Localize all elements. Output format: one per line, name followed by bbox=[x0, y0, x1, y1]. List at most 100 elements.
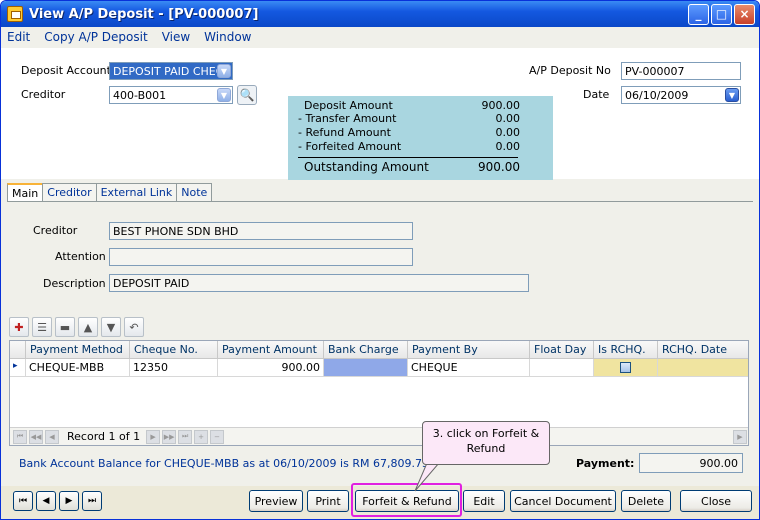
tab-strip: Main Creditor External Link Note bbox=[7, 183, 213, 203]
move-up-icon[interactable]: ▲ bbox=[78, 317, 98, 337]
delete-button[interactable]: Delete bbox=[621, 490, 671, 512]
table-row[interactable]: ▸ CHEQUE-MBB 12350 900.00 CHEQUE bbox=[10, 359, 748, 377]
prev-doc-icon[interactable]: ◀ bbox=[36, 491, 56, 511]
description-field[interactable]: DEPOSIT PAID bbox=[109, 274, 529, 292]
cell-payment-amount[interactable]: 900.00 bbox=[218, 359, 324, 376]
bank-balance-text: Bank Account Balance for CHEQUE-MBB as a… bbox=[19, 457, 429, 470]
prev-page-icon[interactable]: ◀◀ bbox=[29, 429, 43, 444]
col-payment-method[interactable]: Payment Method bbox=[26, 341, 130, 358]
first-doc-icon[interactable]: ⏮ bbox=[13, 491, 33, 511]
refund-amount-value: 0.00 bbox=[495, 126, 521, 139]
tab-external-link[interactable]: External Link bbox=[95, 183, 178, 202]
insert-row-icon[interactable]: ☰ bbox=[32, 317, 52, 337]
preview-button[interactable]: Preview bbox=[249, 490, 303, 512]
close-button[interactable]: Close bbox=[680, 490, 752, 512]
row-indicator-header bbox=[10, 341, 26, 358]
deposit-account-label: Deposit Account bbox=[21, 64, 111, 77]
attention-field[interactable] bbox=[109, 248, 413, 266]
cancel-document-button[interactable]: Cancel Document bbox=[510, 490, 616, 512]
cell-payment-by[interactable]: CHEQUE bbox=[408, 359, 530, 376]
next-doc-icon[interactable]: ▶ bbox=[59, 491, 79, 511]
window-title: View A/P Deposit - [PV-000007] bbox=[29, 6, 259, 22]
col-rchq-date[interactable]: RCHQ. Date bbox=[658, 341, 748, 358]
add-record-icon[interactable]: + bbox=[194, 429, 209, 444]
delete-row-icon[interactable]: ▬ bbox=[55, 317, 75, 337]
payment-grid: Payment Method Cheque No. Payment Amount… bbox=[9, 340, 749, 446]
minimize-button[interactable]: _ bbox=[688, 3, 709, 25]
close-window-button[interactable]: × bbox=[734, 3, 755, 25]
title-bar[interactable]: View A/P Deposit - [PV-000007] _ □ × bbox=[1, 1, 759, 27]
refund-amount-label: - Refund Amount bbox=[298, 126, 391, 139]
scroll-right-icon[interactable]: ▶ bbox=[733, 429, 747, 444]
date-label: Date bbox=[583, 88, 610, 101]
cell-payment-method[interactable]: CHEQUE-MBB bbox=[26, 359, 130, 376]
ap-deposit-no-field[interactable]: PV-000007 bbox=[621, 62, 741, 80]
cell-rchq-date[interactable] bbox=[658, 359, 748, 376]
deposit-account-dropdown-icon[interactable]: ▼ bbox=[217, 64, 231, 78]
col-payment-by[interactable]: Payment By bbox=[408, 341, 530, 358]
menu-view[interactable]: View bbox=[162, 30, 190, 44]
last-record-icon[interactable]: ⏭ bbox=[178, 429, 193, 444]
col-bank-charge[interactable]: Bank Charge bbox=[324, 341, 408, 358]
outstanding-amount-label: Outstanding Amount bbox=[304, 160, 429, 174]
maximize-button[interactable]: □ bbox=[711, 3, 732, 25]
creditor-combo[interactable]: 400-B001 bbox=[109, 86, 233, 104]
col-cheque-no[interactable]: Cheque No. bbox=[130, 341, 218, 358]
edit-button[interactable]: Edit bbox=[463, 490, 505, 512]
attention-label: Attention bbox=[55, 250, 106, 263]
transfer-amount-label: - Transfer Amount bbox=[298, 112, 397, 125]
record-counter: Record 1 of 1 bbox=[67, 430, 141, 443]
app-window: View A/P Deposit - [PV-000007] _ □ × Edi… bbox=[0, 0, 760, 520]
move-down-icon[interactable]: ▼ bbox=[101, 317, 121, 337]
lookup-magnifier-icon[interactable]: 🔍 bbox=[237, 85, 257, 105]
tab-creditor[interactable]: Creditor bbox=[42, 183, 97, 202]
summary-divider bbox=[298, 157, 518, 158]
col-is-rchq[interactable]: Is RCHQ. bbox=[594, 341, 658, 358]
cell-is-rchq[interactable] bbox=[594, 359, 658, 376]
last-doc-icon[interactable]: ⏭ bbox=[82, 491, 102, 511]
forfeited-amount-value: 0.00 bbox=[495, 140, 521, 153]
menu-bar: Edit Copy A/P Deposit View Window bbox=[1, 27, 759, 47]
forfeit-refund-highlight bbox=[351, 483, 462, 517]
col-float-day[interactable]: Float Day bbox=[530, 341, 594, 358]
print-button[interactable]: Print bbox=[307, 490, 349, 512]
description-label: Description bbox=[43, 277, 106, 290]
next-page-icon[interactable]: ▶▶ bbox=[162, 429, 177, 444]
forfeited-amount-label: - Forfeited Amount bbox=[298, 140, 402, 153]
tab-main[interactable]: Main bbox=[7, 183, 44, 203]
prev-record-icon[interactable]: ◀ bbox=[45, 429, 59, 444]
deposit-account-combo[interactable]: DEPOSIT PAID CHEQ bbox=[109, 62, 233, 80]
deposit-amount-value: 900.00 bbox=[481, 99, 521, 112]
payment-total-field: 900.00 bbox=[639, 453, 743, 473]
undo-icon[interactable]: ↶ bbox=[124, 317, 144, 337]
deposit-amount-label: Deposit Amount bbox=[304, 99, 393, 112]
menu-edit[interactable]: Edit bbox=[7, 30, 30, 44]
cell-float-day[interactable] bbox=[530, 359, 594, 376]
outstanding-amount-value: 900.00 bbox=[478, 160, 520, 174]
payment-label: Payment: bbox=[576, 457, 635, 470]
next-record-icon[interactable]: ▶ bbox=[146, 429, 161, 444]
creditor-name-field[interactable]: BEST PHONE SDN BHD bbox=[109, 222, 413, 240]
tab-note[interactable]: Note bbox=[176, 183, 213, 202]
delete-record-icon[interactable]: − bbox=[210, 429, 225, 444]
cell-bank-charge[interactable] bbox=[324, 359, 408, 376]
detail-toolbar: ✚ ☰ ▬ ▲ ▼ ↶ bbox=[9, 315, 147, 339]
first-record-icon[interactable]: ⏮ bbox=[13, 429, 27, 444]
creditor-label: Creditor bbox=[21, 88, 66, 101]
date-field[interactable]: 06/10/2009 bbox=[621, 86, 741, 104]
date-dropdown-icon[interactable]: ▼ bbox=[725, 88, 739, 102]
record-navigator: ⏮ ◀◀ ◀ Record 1 of 1 ▶ ▶▶ ⏭ + − ▶ bbox=[10, 427, 748, 445]
grid-header: Payment Method Cheque No. Payment Amount… bbox=[10, 341, 748, 359]
menu-window[interactable]: Window bbox=[204, 30, 251, 44]
row-indicator-icon: ▸ bbox=[10, 359, 26, 376]
transfer-amount-value: 0.00 bbox=[495, 112, 521, 125]
add-row-icon[interactable]: ✚ bbox=[9, 317, 29, 337]
col-payment-amount[interactable]: Payment Amount bbox=[218, 341, 324, 358]
instruction-callout: 3. click on Forfeit & Refund bbox=[422, 421, 550, 465]
ap-deposit-no-label: A/P Deposit No bbox=[529, 64, 611, 77]
is-rchq-checkbox[interactable] bbox=[620, 362, 631, 373]
creditor-dropdown-icon[interactable]: ▼ bbox=[217, 88, 231, 102]
menu-copy-ap-deposit[interactable]: Copy A/P Deposit bbox=[44, 30, 147, 44]
amount-summary-panel: Deposit Amount 900.00 - Transfer Amount … bbox=[288, 96, 553, 180]
cell-cheque-no[interactable]: 12350 bbox=[130, 359, 218, 376]
